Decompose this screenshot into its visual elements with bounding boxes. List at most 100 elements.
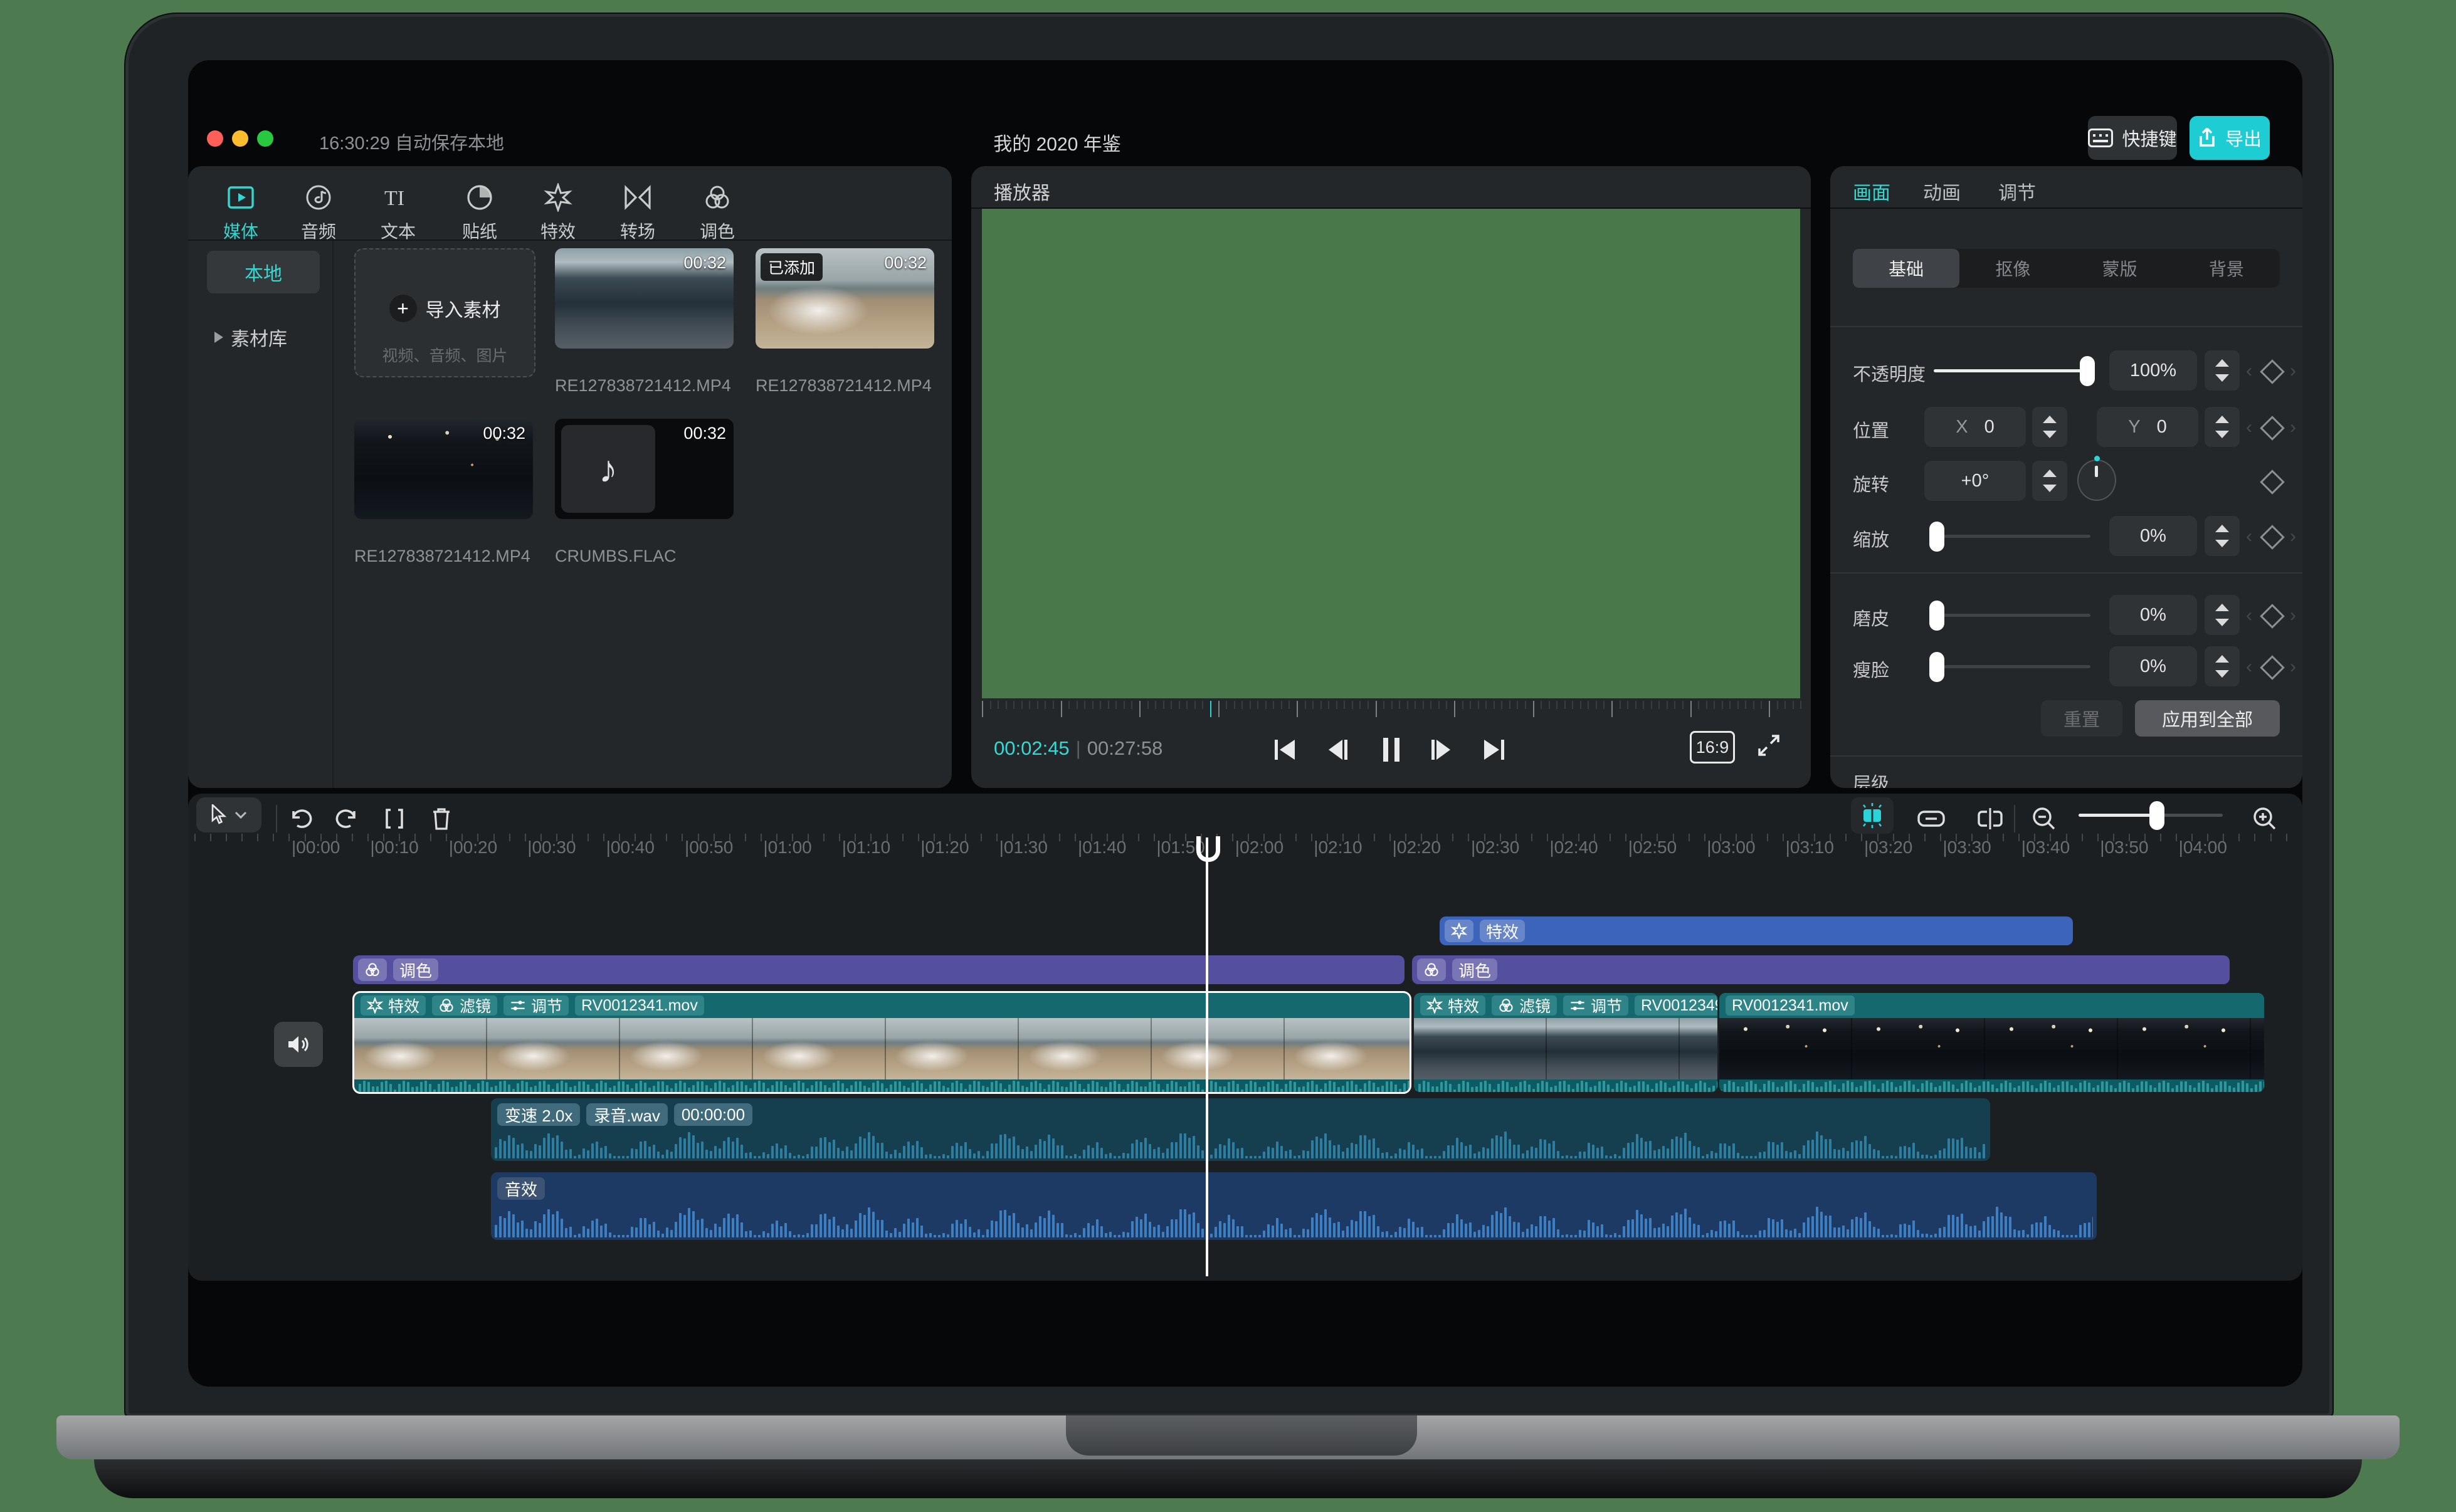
- scale-stepper[interactable]: [2205, 516, 2240, 556]
- zoom-out-button[interactable]: [2024, 801, 2064, 836]
- keyframe-diamond-icon[interactable]: [2260, 525, 2285, 550]
- tab-effects[interactable]: 特效: [520, 183, 596, 243]
- slim-face-slider-thumb[interactable]: [1929, 652, 1944, 682]
- sidebar-item-library[interactable]: 素材库: [214, 323, 287, 351]
- opacity-keyframe[interactable]: ‹ ›: [2246, 357, 2296, 384]
- duration-badge: 00:32: [683, 424, 726, 443]
- tab-adjust[interactable]: 调节: [1998, 177, 2036, 205]
- split-button[interactable]: [374, 801, 414, 836]
- opacity-stepper[interactable]: [2205, 350, 2240, 391]
- subtab-basic[interactable]: 基础: [1853, 249, 1960, 288]
- zoom-slider-thumb[interactable]: [2149, 801, 2164, 830]
- link-clips-button[interactable]: [1911, 801, 1951, 836]
- scrubber-tick: [1375, 701, 1377, 717]
- position-x-field[interactable]: X0: [1924, 407, 2026, 447]
- opacity-slider[interactable]: [1934, 369, 2090, 372]
- aspect-ratio-button[interactable]: 16:9: [1690, 731, 1735, 764]
- scrubber-tick: [1068, 701, 1070, 709]
- position-x-stepper[interactable]: [2032, 407, 2067, 447]
- scrubber-tick: [1470, 701, 1472, 709]
- pause-button[interactable]: [1374, 732, 1409, 767]
- keyframe-diamond-icon[interactable]: [2260, 359, 2285, 384]
- scale-slider-thumb[interactable]: [1929, 522, 1944, 552]
- scrubber-tick: [1202, 701, 1204, 709]
- keyframe-diamond-icon[interactable]: [2260, 604, 2285, 629]
- delete-button[interactable]: [421, 801, 461, 836]
- import-card-subtitle: 视频、音频、图片: [382, 347, 508, 365]
- rotation-dial[interactable]: [2077, 456, 2116, 501]
- next-frame-button[interactable]: [1424, 732, 1459, 767]
- opacity-value[interactable]: 100%: [2109, 350, 2197, 391]
- media-thumbnail[interactable]: 00:32: [354, 419, 533, 519]
- scale-slider[interactable]: [1934, 535, 2090, 538]
- zoom-in-button[interactable]: [2245, 801, 2285, 836]
- scrubber-tick: [1257, 701, 1259, 709]
- slim-face-slider[interactable]: [1934, 665, 2090, 668]
- undo-button[interactable]: [281, 801, 321, 836]
- preview-axis-button[interactable]: [1970, 801, 2010, 836]
- preview-canvas[interactable]: [982, 209, 1800, 698]
- tab-color[interactable]: 调色: [680, 183, 755, 243]
- tab-picture[interactable]: 画面: [1853, 177, 1890, 205]
- timeline-ruler[interactable]: |00:00 |00:10 |00:20 |00:30 |00:40 |00:50 |01:…: [188, 834, 2302, 860]
- ruler-tick: [226, 834, 228, 841]
- tab-transition[interactable]: 转场: [600, 183, 675, 243]
- rotation-value[interactable]: +0°: [1924, 461, 2026, 501]
- smooth-skin-keyframe[interactable]: ‹ ›: [2246, 601, 2296, 629]
- position-keyframe[interactable]: ‹ ›: [2246, 413, 2296, 441]
- prev-frame-button[interactable]: [1320, 732, 1355, 767]
- track-mute-button[interactable]: [274, 1022, 323, 1067]
- apply-to-all-button[interactable]: 应用到全部: [2135, 700, 2280, 737]
- smooth-skin-value[interactable]: 0%: [2109, 595, 2197, 635]
- player-header: 播放器: [994, 183, 1050, 204]
- import-material-card[interactable]: + 导入素材 视频、音频、图片: [354, 248, 535, 377]
- keyframe-diamond-icon[interactable]: [2260, 416, 2285, 441]
- media-thumbnail[interactable]: 已添加 00:32: [756, 248, 934, 349]
- select-tool-button[interactable]: [196, 797, 261, 832]
- ruler-tick: [2270, 834, 2272, 841]
- slim-face-keyframe[interactable]: ‹ ›: [2246, 653, 2296, 680]
- fullscreen-icon[interactable]: [1756, 732, 1782, 759]
- smooth-skin-stepper[interactable]: [2205, 595, 2240, 635]
- scale-keyframe[interactable]: ‹ ›: [2246, 522, 2296, 550]
- position-y-stepper[interactable]: [2205, 407, 2240, 447]
- scale-value[interactable]: 0%: [2109, 516, 2197, 556]
- rotation-stepper[interactable]: [2032, 461, 2067, 501]
- scrubber-tick: [1564, 701, 1566, 709]
- redo-button[interactable]: [327, 801, 367, 836]
- media-thumbnail[interactable]: 00:32: [555, 248, 734, 349]
- auto-snap-button[interactable]: [1851, 797, 1894, 834]
- subtab-background[interactable]: 背景: [2173, 249, 2280, 288]
- tab-animation[interactable]: 动画: [1923, 177, 1961, 205]
- tab-media[interactable]: 媒体: [203, 183, 278, 243]
- opacity-slider-thumb[interactable]: [2080, 356, 2095, 386]
- shortcut-button[interactable]: 快捷键: [2088, 116, 2177, 160]
- scrubber-tick: [1162, 701, 1164, 709]
- ruler-tick: [744, 834, 746, 841]
- skip-start-button[interactable]: [1267, 732, 1302, 767]
- tab-text[interactable]: TI 文本: [361, 183, 436, 243]
- sidebar-item-local[interactable]: 本地: [207, 251, 320, 293]
- rotation-keyframe[interactable]: [2246, 467, 2296, 495]
- playhead-handle[interactable]: [1196, 836, 1220, 862]
- reset-button[interactable]: 重置: [2041, 700, 2122, 737]
- smooth-skin-slider-thumb[interactable]: [1929, 601, 1944, 631]
- ruler-label: |02:30: [1471, 837, 1520, 857]
- keyframe-diamond-icon[interactable]: [2260, 470, 2285, 495]
- effects-icon: [520, 183, 596, 212]
- keyframe-diamond-icon[interactable]: [2260, 655, 2285, 680]
- playhead-line[interactable]: [1206, 837, 1208, 1276]
- tab-audio[interactable]: 音频: [281, 183, 356, 243]
- smooth-skin-slider[interactable]: [1934, 614, 2090, 617]
- timeline-zoom-slider[interactable]: [2079, 801, 2223, 830]
- subtab-chroma[interactable]: 抠像: [1959, 249, 2066, 288]
- slim-face-stepper[interactable]: [2205, 646, 2240, 686]
- slim-face-value[interactable]: 0%: [2109, 646, 2197, 686]
- skip-end-button[interactable]: [1477, 732, 1512, 767]
- audio-icon: [281, 183, 356, 212]
- export-button[interactable]: 导出: [2190, 116, 2270, 160]
- subtab-mask[interactable]: 蒙版: [2067, 249, 2173, 288]
- audio-tile[interactable]: ♪ 00:32: [555, 419, 734, 519]
- tab-sticker[interactable]: 贴纸: [442, 183, 517, 243]
- position-y-field[interactable]: Y0: [2097, 407, 2198, 447]
